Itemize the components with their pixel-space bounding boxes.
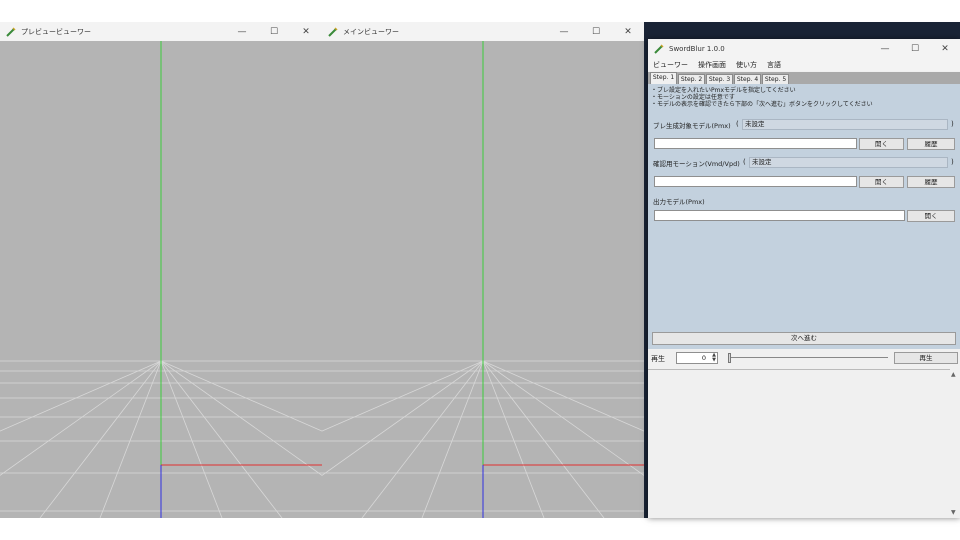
preview-3d-scene — [0, 41, 322, 518]
log-scrollbar[interactable]: ▲ ▼ — [950, 369, 960, 518]
model-history-button[interactable]: 履歴 — [907, 138, 955, 150]
menu-language[interactable]: 言語 — [767, 60, 781, 70]
motion-path-input[interactable] — [654, 176, 857, 187]
maximize-button[interactable]: ☐ — [900, 39, 930, 59]
close-button[interactable]: ✕ — [930, 39, 960, 59]
swordblur-window: SwordBlur 1.0.0 — ☐ ✕ ビューワー 操作画面 使い方 言語 … — [648, 39, 960, 518]
maximize-button[interactable]: ☐ — [258, 22, 290, 41]
paren-open: ( — [743, 158, 746, 166]
output-label: 出力モデル(Pmx) — [653, 198, 705, 206]
main-titlebar[interactable]: メインビューワー — ☐ ✕ — [322, 22, 644, 41]
main-3d-scene — [322, 41, 644, 518]
preview-titlebar[interactable]: プレビュービューワー — ☐ ✕ — [0, 22, 322, 41]
main-viewport[interactable] — [322, 41, 644, 518]
tab-step-5[interactable]: Step. 5 — [762, 74, 789, 84]
next-step-button[interactable]: 次へ進む — [652, 332, 956, 345]
tab-step-4[interactable]: Step. 4 — [734, 74, 761, 84]
spin-arrows-icon[interactable]: ▲ ▼ — [712, 353, 716, 363]
model-open-button[interactable]: 開く — [859, 138, 904, 150]
frame-slider[interactable] — [728, 352, 888, 364]
scroll-down-icon[interactable]: ▼ — [951, 509, 956, 516]
frame-spinbox[interactable]: 0 ▲ ▼ — [676, 352, 718, 364]
motion-history-button[interactable]: 履歴 — [907, 176, 955, 188]
sword-icon — [654, 44, 664, 54]
output-path-input[interactable] — [654, 210, 905, 221]
minimize-button[interactable]: — — [870, 39, 900, 59]
scroll-up-icon[interactable]: ▲ — [951, 371, 956, 378]
slider-track — [728, 357, 888, 358]
paren-open: ( — [736, 120, 739, 128]
paren-close: ) — [951, 158, 954, 166]
tab-step-1[interactable]: Step. 1 — [650, 72, 677, 84]
step1-panel: ・ブレ設定を入れたいPmxモデルを指定してください ・モーションの設定は任意です… — [648, 84, 960, 349]
window-title: メインビューワー — [343, 27, 399, 36]
motion-label: 確認用モーション(Vmd/Vpd) — [653, 160, 740, 168]
motion-open-button[interactable]: 開く — [859, 176, 904, 188]
menu-operation[interactable]: 操作画面 — [698, 60, 726, 70]
menu-usage[interactable]: 使い方 — [736, 60, 757, 70]
minimize-button[interactable]: — — [226, 22, 258, 41]
window-title: プレビュービューワー — [21, 27, 91, 36]
frame-value: 0 — [701, 354, 706, 362]
paren-close: ) — [951, 120, 954, 128]
step-tabs: Step. 1 Step. 2 Step. 3 Step. 4 Step. 5 — [648, 72, 960, 84]
output-open-button[interactable]: 開く — [907, 210, 955, 222]
play-button[interactable]: 再生 — [894, 352, 958, 364]
window-title: SwordBlur 1.0.0 — [669, 45, 725, 53]
motion-status: 未設定 — [749, 157, 948, 168]
maximize-button[interactable]: ☐ — [580, 22, 612, 41]
instruction-line: ・モデルの表示を確認できたら下部の「次へ進む」ボタンをクリックしてください — [651, 101, 873, 108]
close-button[interactable]: ✕ — [290, 22, 322, 41]
tab-step-3[interactable]: Step. 3 — [706, 74, 733, 84]
model-status: 未設定 — [742, 119, 948, 130]
sword-icon — [328, 26, 338, 37]
swordblur-titlebar[interactable]: SwordBlur 1.0.0 — ☐ ✕ — [648, 39, 960, 59]
slider-thumb[interactable] — [728, 353, 731, 363]
preview-viewer-window: プレビュービューワー — ☐ ✕ — [0, 22, 322, 518]
tab-step-2[interactable]: Step. 2 — [678, 74, 705, 84]
model-path-input[interactable] — [654, 138, 857, 149]
model-label: ブレ生成対象モデル(Pmx) — [653, 122, 731, 130]
play-label: 再生 — [651, 355, 665, 363]
sword-icon — [6, 26, 16, 37]
log-area[interactable] — [648, 369, 960, 518]
minimize-button[interactable]: — — [548, 22, 580, 41]
menu-bar: ビューワー 操作画面 使い方 言語 — [648, 59, 960, 71]
preview-viewport[interactable] — [0, 41, 322, 518]
close-button[interactable]: ✕ — [612, 22, 644, 41]
menu-viewer[interactable]: ビューワー — [653, 60, 688, 70]
main-viewer-window: メインビューワー — ☐ ✕ — [322, 22, 644, 518]
